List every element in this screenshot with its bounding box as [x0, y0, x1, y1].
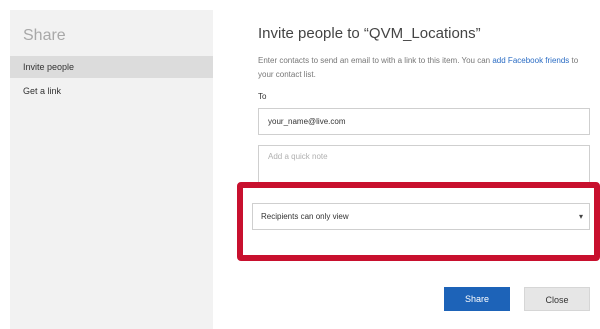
sidebar-item-invite-people[interactable]: Invite people: [10, 56, 213, 78]
permission-select-value: Recipients can only view: [261, 212, 349, 221]
share-dialog: Share Invite people Get a link Invite pe…: [0, 0, 600, 329]
chevron-down-icon: ▾: [578, 212, 583, 221]
add-facebook-friends-link[interactable]: add Facebook friends: [492, 56, 569, 65]
description-text: Enter contacts to send an email to with …: [258, 56, 493, 65]
permission-select[interactable]: Recipients can only view ▾: [252, 203, 590, 230]
quick-note-input[interactable]: Add a quick note: [258, 145, 590, 187]
to-recipients-input[interactable]: your_name@live.com: [258, 108, 590, 135]
invite-description: Enter contacts to send an email to with …: [258, 54, 590, 82]
page-title: Invite people to “QVM_Locations”: [258, 25, 481, 42]
close-button[interactable]: Close: [524, 287, 590, 311]
share-button[interactable]: Share: [444, 287, 510, 311]
sidebar-title: Share: [23, 27, 66, 44]
to-label: To: [258, 92, 267, 101]
invite-panel: Invite people to “QVM_Locations” Enter c…: [258, 10, 600, 329]
share-sidebar: Share Invite people Get a link: [10, 10, 213, 329]
sidebar-item-get-a-link[interactable]: Get a link: [10, 80, 213, 102]
